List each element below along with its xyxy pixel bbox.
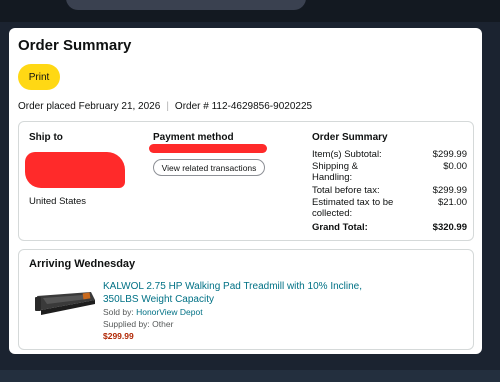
item-price: $299.99 (103, 331, 134, 341)
ship-to-heading: Ship to (29, 132, 63, 143)
bottom-bar (0, 370, 500, 382)
order-details-card: Ship to United States Payment method Vie… (18, 121, 474, 241)
estimated-tax-value: $21.00 (437, 197, 467, 208)
subtotal-label: Item(s) Subtotal: (312, 149, 382, 160)
top-app-bar (0, 0, 500, 22)
product-title-link[interactable]: KALWOL 2.75 HP Walking Pad Treadmill wit… (103, 280, 363, 306)
order-placed-date: Order placed February 21, 2026 (18, 101, 161, 112)
search-bar[interactable] (66, 0, 306, 10)
view-transactions-button[interactable]: View related transactions (153, 159, 265, 176)
total-before-tax-label: Total before tax: (312, 185, 380, 196)
supplied-by: Supplied by: Other (103, 319, 174, 329)
order-summary-page: Order Summary Print Order placed Februar… (9, 28, 482, 354)
order-summary-heading: Order Summary (312, 132, 388, 143)
ship-to-country: United States (29, 196, 87, 207)
payment-redaction (149, 144, 267, 153)
shipment-card: Arriving Wednesday KALWOL 2.75 HP Walkin… (18, 249, 474, 350)
arriving-heading: Arriving Wednesday (29, 258, 136, 270)
shipping-value: $0.00 (443, 161, 467, 172)
print-button[interactable]: Print (18, 64, 60, 90)
address-redaction (25, 152, 125, 188)
grand-total-label: Grand Total: (312, 222, 368, 233)
subtotal-value: $299.99 (432, 149, 467, 160)
shipping-label: Shipping & Handling: (312, 161, 358, 183)
payment-method-heading: Payment method (153, 132, 234, 143)
sold-by-label: Sold by: (103, 307, 134, 317)
order-meta: Order placed February 21, 2026 | Order # 1… (18, 101, 312, 112)
order-number: Order # 112-4629856-9020225 (174, 101, 313, 112)
seller-link[interactable]: HonorView Depot (136, 307, 202, 317)
total-before-tax-value: $299.99 (432, 185, 467, 196)
estimated-tax-label: Estimated tax to be collected: (312, 197, 394, 219)
sold-by: Sold by: HonorView Depot (103, 307, 203, 317)
meta-divider: | (166, 101, 169, 112)
treadmill-product-image[interactable] (33, 288, 97, 318)
page-title: Order Summary (18, 37, 132, 54)
grand-total-value: $320.99 (432, 222, 467, 233)
